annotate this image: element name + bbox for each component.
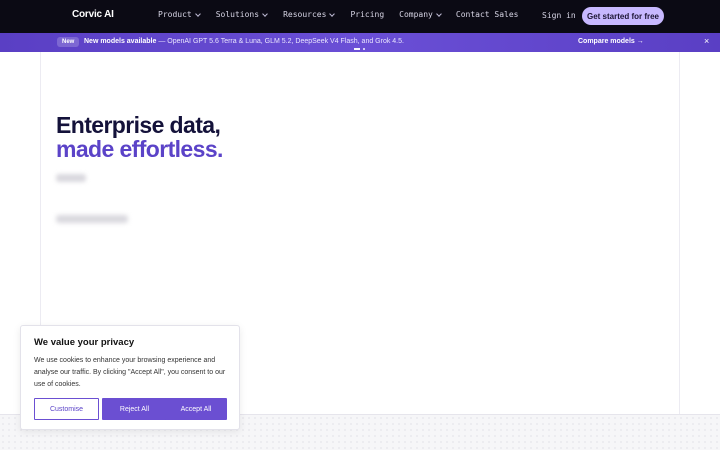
top-nav: Corvic AI Product Solutions Resources Pr… xyxy=(0,0,720,33)
get-started-button[interactable]: Get started for free xyxy=(582,7,664,25)
sign-in-link[interactable]: Sign in xyxy=(542,11,576,20)
cookie-body: We use cookies to enhance your browsing … xyxy=(34,357,226,388)
loading-placeholder xyxy=(56,174,86,182)
cookie-consent-dialog: We value your privacy We use cookies to … xyxy=(20,325,240,430)
chevron-down-icon xyxy=(262,10,268,17)
new-badge: New xyxy=(57,37,80,47)
menu-item-contact-sales[interactable]: Contact Sales xyxy=(456,10,519,19)
announcement-headline: New models available xyxy=(84,38,157,45)
carousel-dot-active[interactable] xyxy=(354,48,360,50)
announcement-details: — OpenAI GPT 5.6 Terra & Luna, GLM 5.2, … xyxy=(156,38,404,45)
hero-title-line1: Enterprise data, xyxy=(56,112,221,138)
menu-item-product[interactable]: Product xyxy=(158,10,201,19)
loading-placeholder xyxy=(56,215,128,223)
menu-item-label: Contact Sales xyxy=(455,10,519,19)
menu-item-label: Product xyxy=(158,10,192,19)
menu-item-label: Resources xyxy=(283,10,327,19)
carousel-dot[interactable] xyxy=(363,48,365,50)
brand-logo[interactable]: Corvic AI xyxy=(72,9,114,20)
menu-item-label: Pricing xyxy=(350,10,385,19)
announcement-text: New models available — OpenAI GPT 5.6 Te… xyxy=(84,38,404,45)
menu-item-label: Company xyxy=(399,10,433,19)
menu-item-solutions[interactable]: Solutions xyxy=(215,10,268,19)
hero-title-line2: made effortless. xyxy=(56,136,223,162)
menu-item-label: Solutions xyxy=(215,10,260,19)
chevron-down-icon xyxy=(194,10,201,17)
compare-models-link[interactable]: Compare models → xyxy=(578,38,644,45)
menu-item-pricing[interactable]: Pricing xyxy=(350,10,384,19)
carousel-indicator xyxy=(354,48,365,50)
content-border-right xyxy=(679,52,680,414)
customise-button[interactable]: Customise xyxy=(34,398,99,420)
main-menu: Product Solutions Resources Pricing Comp… xyxy=(158,10,519,19)
accept-all-button[interactable]: Accept All xyxy=(165,398,227,420)
cookie-title: We value your privacy xyxy=(34,337,135,348)
chevron-down-icon xyxy=(436,10,442,17)
menu-item-company[interactable]: Company xyxy=(399,10,442,19)
hero-title: Enterprise data, made effortless. xyxy=(56,113,223,161)
reject-all-button[interactable]: Reject All xyxy=(102,398,167,420)
close-icon[interactable]: × xyxy=(704,36,709,46)
menu-item-resources[interactable]: Resources xyxy=(283,10,336,19)
chevron-down-icon xyxy=(329,10,336,17)
